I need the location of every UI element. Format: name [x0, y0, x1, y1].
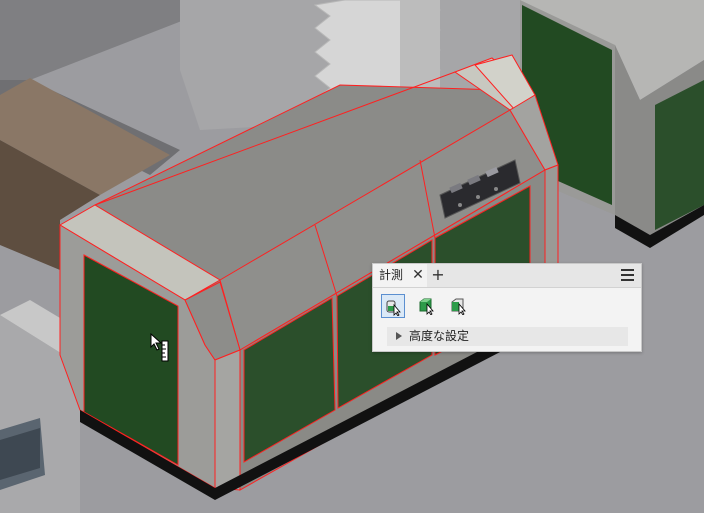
3d-viewport[interactable]: [0, 0, 704, 513]
measure-cursor-icon: [150, 333, 169, 362]
panel-tab-bar: 計測 ✕ +: [373, 264, 641, 288]
select-face-icon: [451, 298, 466, 315]
measure-panel: 計測 ✕ + 高度な設定: [372, 263, 642, 352]
select-part-button[interactable]: [415, 294, 439, 318]
select-component-icon: [386, 300, 401, 316]
hamburger-menu-icon[interactable]: [621, 269, 635, 282]
close-icon[interactable]: ✕: [412, 267, 424, 283]
add-tab-icon[interactable]: +: [431, 266, 445, 284]
tab-measure-label: 計測: [379, 268, 404, 282]
advanced-settings-label: 高度な設定: [409, 329, 470, 343]
tab-measure[interactable]: 計測 ✕: [373, 264, 427, 287]
cad-scene[interactable]: [0, 0, 704, 513]
select-component-button[interactable]: [381, 294, 405, 318]
expand-arrow-icon: [396, 332, 402, 340]
select-part-icon: [419, 298, 434, 315]
advanced-settings-toggle[interactable]: 高度な設定: [387, 327, 628, 346]
select-face-button[interactable]: [447, 294, 471, 318]
